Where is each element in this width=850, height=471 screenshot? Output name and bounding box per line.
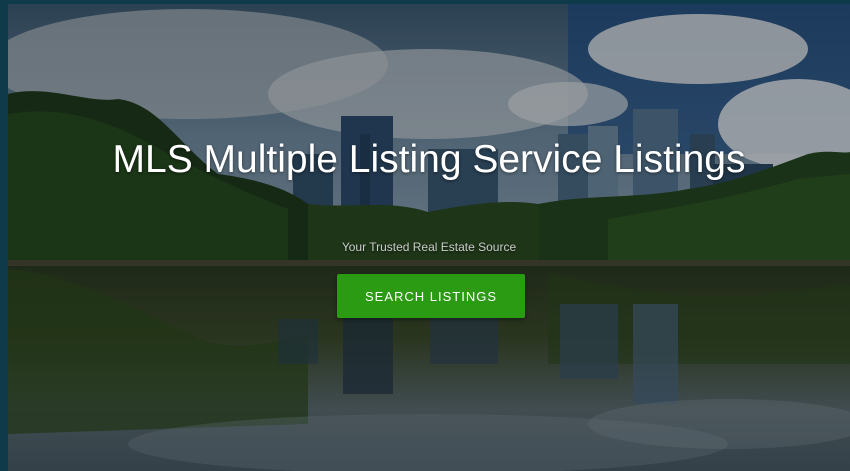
search-listings-button[interactable]: SEARCH LISTINGS bbox=[337, 274, 525, 318]
hero-subtitle: Your Trusted Real Estate Source bbox=[341, 240, 517, 254]
hero-title: MLS Multiple Listing Service Listings bbox=[112, 138, 746, 181]
page: MLS Multiple Listing Service Listings Yo… bbox=[0, 0, 850, 471]
hero-dark-overlay bbox=[8, 4, 850, 471]
hero-banner: MLS Multiple Listing Service Listings Yo… bbox=[8, 4, 850, 471]
